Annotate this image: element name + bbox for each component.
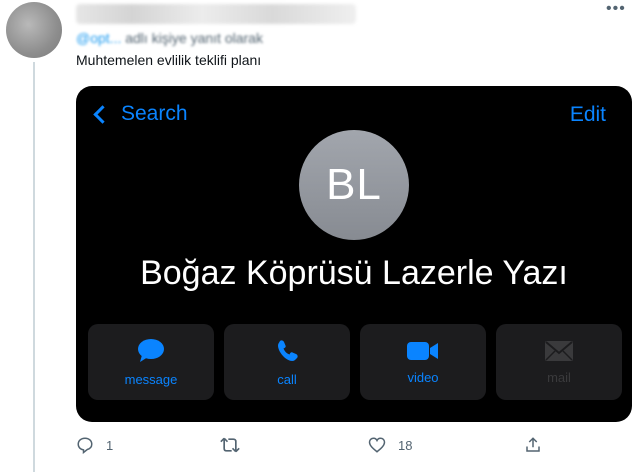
reply-context: @opt... adlı kişiye yanıt olarak — [76, 30, 263, 46]
media-card[interactable]: Search Edit BL Boğaz Köprüsü Lazerle Yaz… — [76, 86, 632, 422]
contact-avatar: BL — [299, 130, 409, 240]
more-icon[interactable]: ••• — [606, 1, 630, 17]
call-button[interactable]: call — [224, 324, 350, 400]
like-count: 18 — [398, 437, 413, 453]
video-label: video — [407, 369, 439, 385]
tweet-text: Muhtemelen evlilik teklifi planı — [76, 52, 262, 68]
reply-suffix: adlı kişiye yanıt olarak — [121, 30, 263, 46]
chevron-left-icon — [93, 104, 112, 124]
mail-button[interactable]: mail — [496, 324, 622, 400]
thread-line — [33, 62, 35, 472]
back-label: Search — [121, 102, 188, 125]
tweet-actions: 1 18 — [76, 436, 576, 460]
heart-icon — [368, 437, 386, 453]
reply-count: 1 — [106, 437, 114, 453]
contact-initials: BL — [326, 160, 382, 209]
retweet-action[interactable] — [220, 436, 252, 454]
message-label: message — [124, 371, 178, 387]
share-icon — [526, 437, 540, 452]
video-button[interactable]: video — [360, 324, 486, 400]
contact-name: Boğaz Köprüsü Lazerle Yazı — [140, 254, 568, 292]
retweet-icon — [220, 437, 240, 453]
message-button[interactable]: message — [88, 324, 214, 400]
user-avatar[interactable] — [6, 2, 62, 58]
edit-button[interactable]: Edit — [570, 103, 606, 127]
call-label: call — [277, 371, 297, 387]
back-button[interactable]: Search — [92, 102, 188, 126]
message-icon — [138, 338, 164, 362]
reply-handle[interactable]: @opt... — [76, 30, 121, 46]
share-action[interactable] — [524, 436, 542, 454]
reply-action[interactable]: 1 — [76, 436, 113, 454]
video-icon — [407, 341, 438, 360]
contact-actions: message call video mail — [88, 324, 622, 400]
mail-icon — [545, 340, 573, 361]
user-name-blurred[interactable] — [76, 4, 356, 24]
like-action[interactable]: 18 — [368, 436, 412, 454]
mail-label: mail — [547, 369, 571, 385]
phone-icon — [278, 339, 298, 361]
reply-icon — [77, 437, 93, 454]
